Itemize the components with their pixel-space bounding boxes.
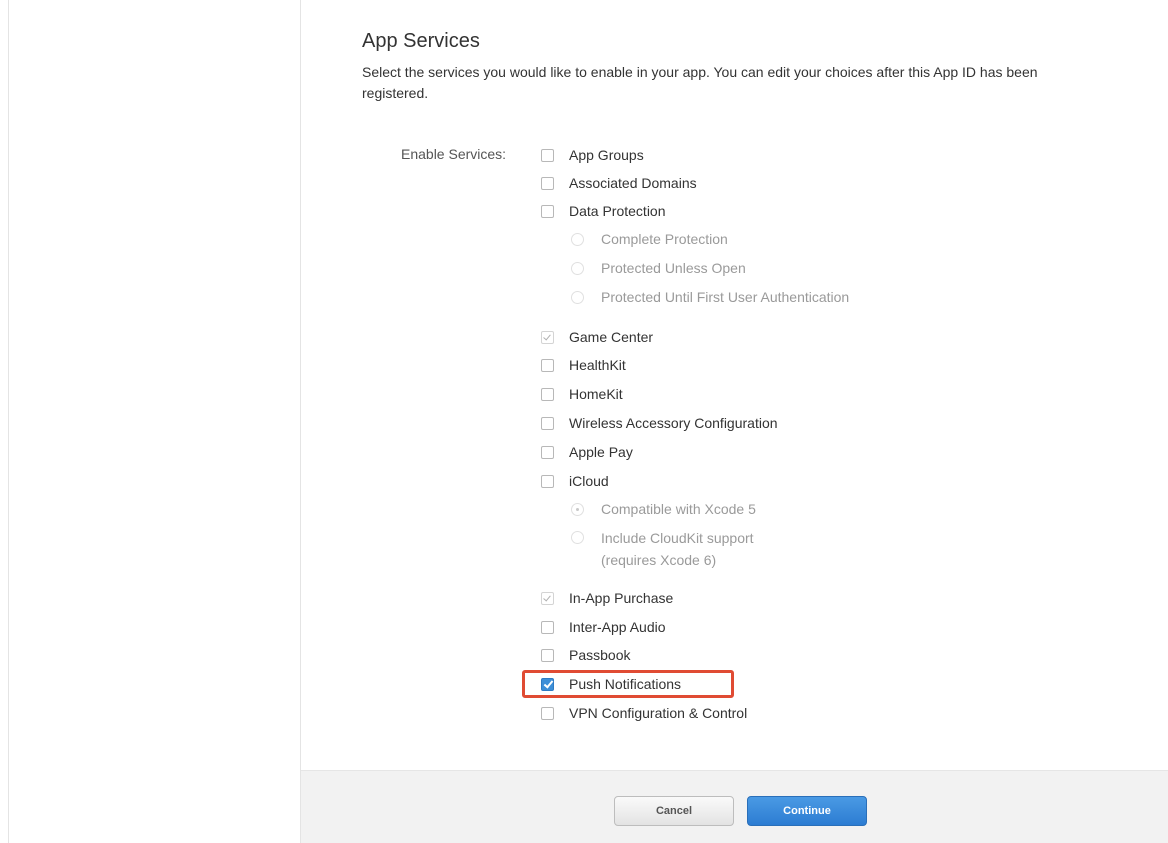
form-footer: Cancel Continue (301, 770, 1168, 843)
icloud-xcode5-radio[interactable] (571, 502, 584, 516)
dp-complete-radio[interactable] (571, 232, 584, 246)
healthkit-label: HealthKit (569, 357, 626, 373)
main-content: App Services Select the services you wou… (301, 0, 1168, 843)
in-app-purchase-checkbox[interactable] (541, 591, 554, 605)
icloud-option-xcode5[interactable]: Compatible with Xcode 5 (571, 499, 756, 519)
service-passbook[interactable]: Passbook (541, 645, 630, 665)
service-game-center[interactable]: Game Center (541, 327, 653, 347)
homekit-label: HomeKit (569, 386, 623, 402)
data-protection-checkbox[interactable] (541, 204, 554, 218)
homekit-checkbox[interactable] (541, 387, 554, 401)
dp-option-unless-open[interactable]: Protected Unless Open (571, 258, 746, 278)
dp-unless-open-radio[interactable] (571, 261, 584, 275)
passbook-label: Passbook (569, 647, 631, 663)
icloud-cloudkit-label: Include CloudKit support (601, 530, 754, 546)
icloud-xcode5-label: Compatible with Xcode 5 (601, 501, 756, 517)
icloud-cloudkit-text: Include CloudKit support (requires Xcode… (601, 527, 754, 571)
data-protection-label: Data Protection (569, 203, 666, 219)
push-notifications-checkbox[interactable] (541, 677, 554, 691)
service-inter-app-audio[interactable]: Inter-App Audio (541, 617, 666, 637)
enable-services-label: Enable Services: (401, 146, 507, 162)
sidebar-divider (8, 0, 9, 843)
dp-option-complete[interactable]: Complete Protection (571, 229, 728, 249)
healthkit-checkbox[interactable] (541, 358, 554, 372)
sidebar (0, 0, 300, 843)
icloud-label: iCloud (569, 473, 609, 489)
service-healthkit[interactable]: HealthKit (541, 355, 626, 375)
service-push-notifications[interactable]: Push Notifications (541, 674, 681, 694)
service-associated-domains[interactable]: Associated Domains (541, 173, 697, 193)
section-title: App Services (362, 30, 480, 52)
dp-unless-open-label: Protected Unless Open (601, 260, 746, 276)
vpn-label: VPN Configuration & Control (569, 705, 748, 721)
cancel-button[interactable]: Cancel (614, 796, 734, 826)
section-description: Select the services you would like to en… (362, 64, 1038, 101)
icloud-checkbox[interactable] (541, 474, 554, 488)
app-groups-label: App Groups (569, 147, 644, 163)
service-wireless-accessory[interactable]: Wireless Accessory Configuration (541, 413, 778, 433)
wireless-accessory-checkbox[interactable] (541, 416, 554, 430)
push-notifications-label: Push Notifications (569, 676, 682, 692)
vpn-checkbox[interactable] (541, 706, 554, 720)
service-apple-pay[interactable]: Apple Pay (541, 442, 633, 462)
apple-pay-checkbox[interactable] (541, 445, 554, 459)
dp-until-auth-radio[interactable] (571, 290, 584, 304)
associated-domains-label: Associated Domains (569, 175, 697, 191)
apple-pay-label: Apple Pay (569, 444, 633, 460)
dp-until-auth-label: Protected Until First User Authenticatio… (601, 289, 850, 305)
service-homekit[interactable]: HomeKit (541, 384, 623, 404)
service-data-protection[interactable]: Data Protection (541, 201, 666, 221)
service-app-groups[interactable]: App Groups (541, 145, 644, 165)
dp-option-until-auth[interactable]: Protected Until First User Authenticatio… (571, 287, 849, 307)
inter-app-audio-label: Inter-App Audio (569, 619, 666, 635)
wireless-accessory-label: Wireless Accessory Configuration (569, 415, 778, 431)
icloud-option-cloudkit[interactable]: Include CloudKit support (requires Xcode… (571, 527, 754, 571)
service-icloud[interactable]: iCloud (541, 471, 609, 491)
associated-domains-checkbox[interactable] (541, 176, 554, 190)
dp-complete-label: Complete Protection (601, 231, 728, 247)
game-center-label: Game Center (569, 329, 654, 345)
inter-app-audio-checkbox[interactable] (541, 620, 554, 634)
icloud-cloudkit-radio[interactable] (571, 531, 584, 544)
passbook-checkbox[interactable] (541, 648, 554, 662)
icloud-cloudkit-note: (requires Xcode 6) (601, 552, 717, 568)
in-app-purchase-label: In-App Purchase (569, 590, 674, 606)
service-in-app-purchase[interactable]: In-App Purchase (541, 588, 673, 608)
game-center-checkbox[interactable] (541, 330, 554, 344)
service-vpn[interactable]: VPN Configuration & Control (541, 703, 747, 723)
continue-button[interactable]: Continue (747, 796, 867, 826)
app-groups-checkbox[interactable] (541, 148, 554, 162)
